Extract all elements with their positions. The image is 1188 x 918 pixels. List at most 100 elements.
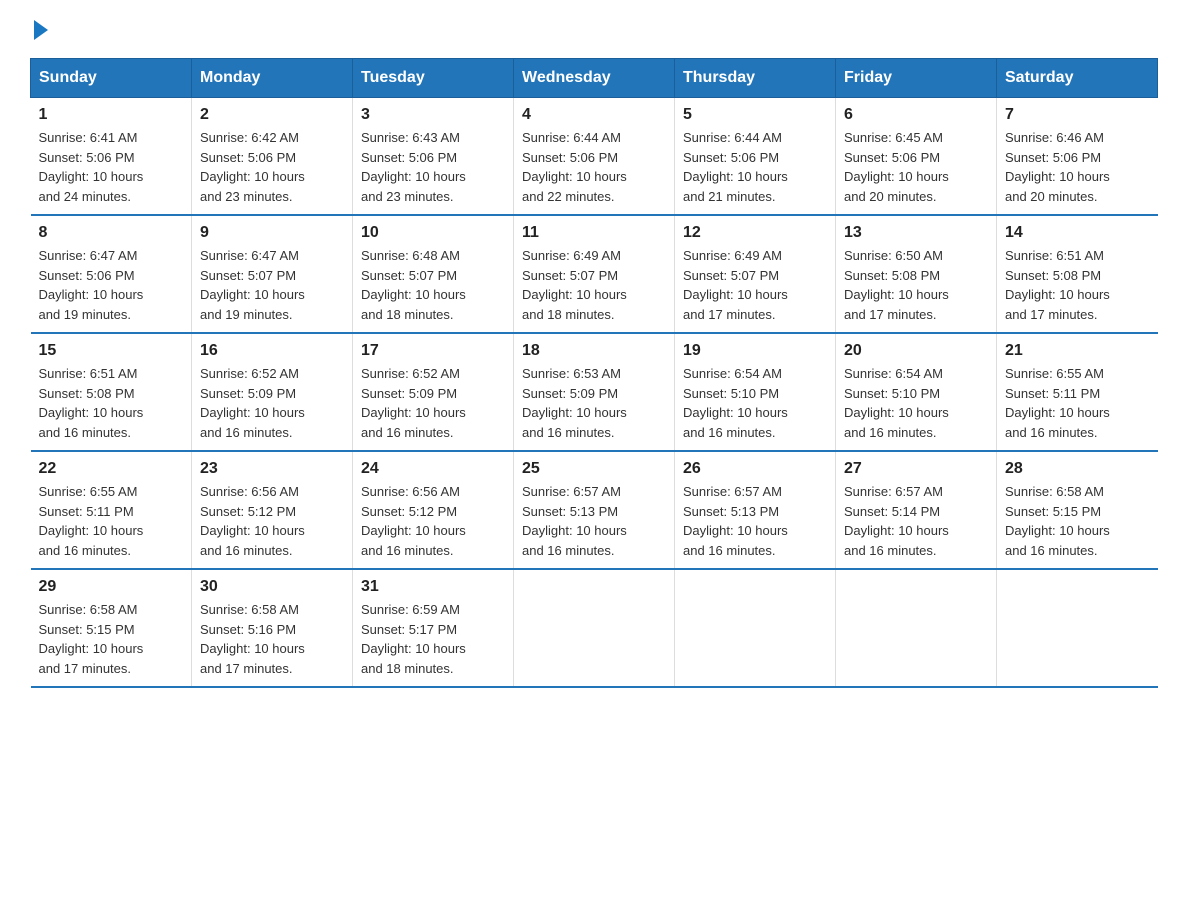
table-row: 17 Sunrise: 6:52 AMSunset: 5:09 PMDayligh… [353, 333, 514, 451]
day-info: Sunrise: 6:54 AMSunset: 5:10 PMDaylight:… [683, 366, 788, 440]
table-row: 20 Sunrise: 6:54 AMSunset: 5:10 PMDayligh… [836, 333, 997, 451]
day-number: 15 [39, 342, 184, 360]
day-info: Sunrise: 6:43 AMSunset: 5:06 PMDaylight:… [361, 130, 466, 204]
table-row: 22 Sunrise: 6:55 AMSunset: 5:11 PMDayligh… [31, 451, 192, 569]
day-number: 24 [361, 460, 505, 478]
table-row: 4Sunrise: 6:44 AMSunset: 5:06 PMDaylight… [514, 98, 675, 216]
col-saturday: Saturday [997, 59, 1158, 98]
day-info: Sunrise: 6:48 AMSunset: 5:07 PMDaylight:… [361, 248, 466, 322]
table-row: 10 Sunrise: 6:48 AMSunset: 5:07 PMDayligh… [353, 215, 514, 333]
day-info: Sunrise: 6:58 AMSunset: 5:15 PMDaylight:… [39, 602, 144, 676]
logo-arrow-icon [34, 20, 48, 40]
day-number: 17 [361, 342, 505, 360]
table-row: 31 Sunrise: 6:59 AMSunset: 5:17 PMDayligh… [353, 569, 514, 687]
day-info: Sunrise: 6:52 AMSunset: 5:09 PMDaylight:… [200, 366, 305, 440]
logo-blue-text [30, 20, 48, 40]
day-number: 18 [522, 342, 666, 360]
day-number: 19 [683, 342, 827, 360]
day-info: Sunrise: 6:51 AMSunset: 5:08 PMDaylight:… [39, 366, 144, 440]
day-number: 13 [844, 224, 988, 242]
day-number: 21 [1005, 342, 1150, 360]
col-thursday: Thursday [675, 59, 836, 98]
table-row [675, 569, 836, 687]
day-info: Sunrise: 6:57 AMSunset: 5:14 PMDaylight:… [844, 484, 949, 558]
col-friday: Friday [836, 59, 997, 98]
page-header [30, 20, 1158, 40]
table-row: 11 Sunrise: 6:49 AMSunset: 5:07 PMDayligh… [514, 215, 675, 333]
col-monday: Monday [192, 59, 353, 98]
calendar-header-row: Sunday Monday Tuesday Wednesday Thursday… [31, 59, 1158, 98]
col-sunday: Sunday [31, 59, 192, 98]
table-row: 5 Sunrise: 6:44 AMSunset: 5:06 PMDaylight… [675, 98, 836, 216]
table-row [997, 569, 1158, 687]
day-number: 27 [844, 460, 988, 478]
day-number: 28 [1005, 460, 1150, 478]
day-info: Sunrise: 6:44 AMSunset: 5:06 PMDaylight:… [683, 130, 788, 204]
day-number: 14 [1005, 224, 1150, 242]
day-number: 10 [361, 224, 505, 242]
table-row: 23Sunrise: 6:56 AMSunset: 5:12 PMDayligh… [192, 451, 353, 569]
day-info: Sunrise: 6:57 AMSunset: 5:13 PMDaylight:… [683, 484, 788, 558]
day-number: 9 [200, 224, 344, 242]
table-row: 8 Sunrise: 6:47 AMSunset: 5:06 PMDaylight… [31, 215, 192, 333]
day-number: 4 [522, 106, 666, 124]
day-info: Sunrise: 6:42 AMSunset: 5:06 PMDaylight:… [200, 130, 305, 204]
logo [30, 20, 48, 40]
calendar-week-row: 29 Sunrise: 6:58 AMSunset: 5:15 PMDayligh… [31, 569, 1158, 687]
table-row: 30Sunrise: 6:58 AMSunset: 5:16 PMDayligh… [192, 569, 353, 687]
day-number: 7 [1005, 106, 1150, 124]
day-info: Sunrise: 6:50 AMSunset: 5:08 PMDaylight:… [844, 248, 949, 322]
day-number: 6 [844, 106, 988, 124]
day-number: 12 [683, 224, 827, 242]
table-row [514, 569, 675, 687]
day-info: Sunrise: 6:51 AMSunset: 5:08 PMDaylight:… [1005, 248, 1110, 322]
day-number: 11 [522, 224, 666, 242]
day-info: Sunrise: 6:56 AMSunset: 5:12 PMDaylight:… [361, 484, 466, 558]
calendar-week-row: 8 Sunrise: 6:47 AMSunset: 5:06 PMDaylight… [31, 215, 1158, 333]
day-number: 26 [683, 460, 827, 478]
day-number: 25 [522, 460, 666, 478]
day-info: Sunrise: 6:45 AMSunset: 5:06 PMDaylight:… [844, 130, 949, 204]
table-row: 21 Sunrise: 6:55 AMSunset: 5:11 PMDayligh… [997, 333, 1158, 451]
day-info: Sunrise: 6:55 AMSunset: 5:11 PMDaylight:… [1005, 366, 1110, 440]
calendar-table: Sunday Monday Tuesday Wednesday Thursday… [30, 58, 1158, 688]
day-number: 8 [39, 224, 184, 242]
table-row: 18 Sunrise: 6:53 AMSunset: 5:09 PMDayligh… [514, 333, 675, 451]
day-info: Sunrise: 6:58 AMSunset: 5:15 PMDaylight:… [1005, 484, 1110, 558]
calendar-week-row: 15 Sunrise: 6:51 AMSunset: 5:08 PMDayligh… [31, 333, 1158, 451]
day-info: Sunrise: 6:41 AMSunset: 5:06 PMDaylight:… [39, 130, 144, 204]
day-info: Sunrise: 6:47 AMSunset: 5:06 PMDaylight:… [39, 248, 144, 322]
table-row: 14 Sunrise: 6:51 AMSunset: 5:08 PMDayligh… [997, 215, 1158, 333]
calendar-week-row: 1 Sunrise: 6:41 AMSunset: 5:06 PMDaylight… [31, 98, 1158, 216]
day-number: 31 [361, 578, 505, 596]
col-tuesday: Tuesday [353, 59, 514, 98]
calendar-week-row: 22 Sunrise: 6:55 AMSunset: 5:11 PMDayligh… [31, 451, 1158, 569]
day-number: 29 [39, 578, 184, 596]
day-info: Sunrise: 6:52 AMSunset: 5:09 PMDaylight:… [361, 366, 466, 440]
day-number: 3 [361, 106, 505, 124]
table-row: 24 Sunrise: 6:56 AMSunset: 5:12 PMDayligh… [353, 451, 514, 569]
day-info: Sunrise: 6:49 AMSunset: 5:07 PMDaylight:… [683, 248, 788, 322]
table-row: 13 Sunrise: 6:50 AMSunset: 5:08 PMDayligh… [836, 215, 997, 333]
day-number: 20 [844, 342, 988, 360]
day-info: Sunrise: 6:55 AMSunset: 5:11 PMDaylight:… [39, 484, 144, 558]
day-number: 5 [683, 106, 827, 124]
day-info: Sunrise: 6:49 AMSunset: 5:07 PMDaylight:… [522, 248, 627, 322]
table-row: 9 Sunrise: 6:47 AMSunset: 5:07 PMDaylight… [192, 215, 353, 333]
day-number: 16 [200, 342, 344, 360]
day-info: Sunrise: 6:57 AMSunset: 5:13 PMDaylight:… [522, 484, 627, 558]
day-info: Sunrise: 6:47 AMSunset: 5:07 PMDaylight:… [200, 248, 305, 322]
day-number: 22 [39, 460, 184, 478]
table-row: 3 Sunrise: 6:43 AMSunset: 5:06 PMDaylight… [353, 98, 514, 216]
day-number: 23 [200, 460, 344, 478]
table-row [836, 569, 997, 687]
day-info: Sunrise: 6:54 AMSunset: 5:10 PMDaylight:… [844, 366, 949, 440]
table-row: 7Sunrise: 6:46 AMSunset: 5:06 PMDaylight… [997, 98, 1158, 216]
day-number: 2 [200, 106, 344, 124]
table-row: 2 Sunrise: 6:42 AMSunset: 5:06 PMDaylight… [192, 98, 353, 216]
day-info: Sunrise: 6:59 AMSunset: 5:17 PMDaylight:… [361, 602, 466, 676]
day-number: 1 [39, 106, 184, 124]
day-info: Sunrise: 6:58 AMSunset: 5:16 PMDaylight:… [200, 602, 305, 676]
day-info: Sunrise: 6:53 AMSunset: 5:09 PMDaylight:… [522, 366, 627, 440]
table-row: 19 Sunrise: 6:54 AMSunset: 5:10 PMDayligh… [675, 333, 836, 451]
